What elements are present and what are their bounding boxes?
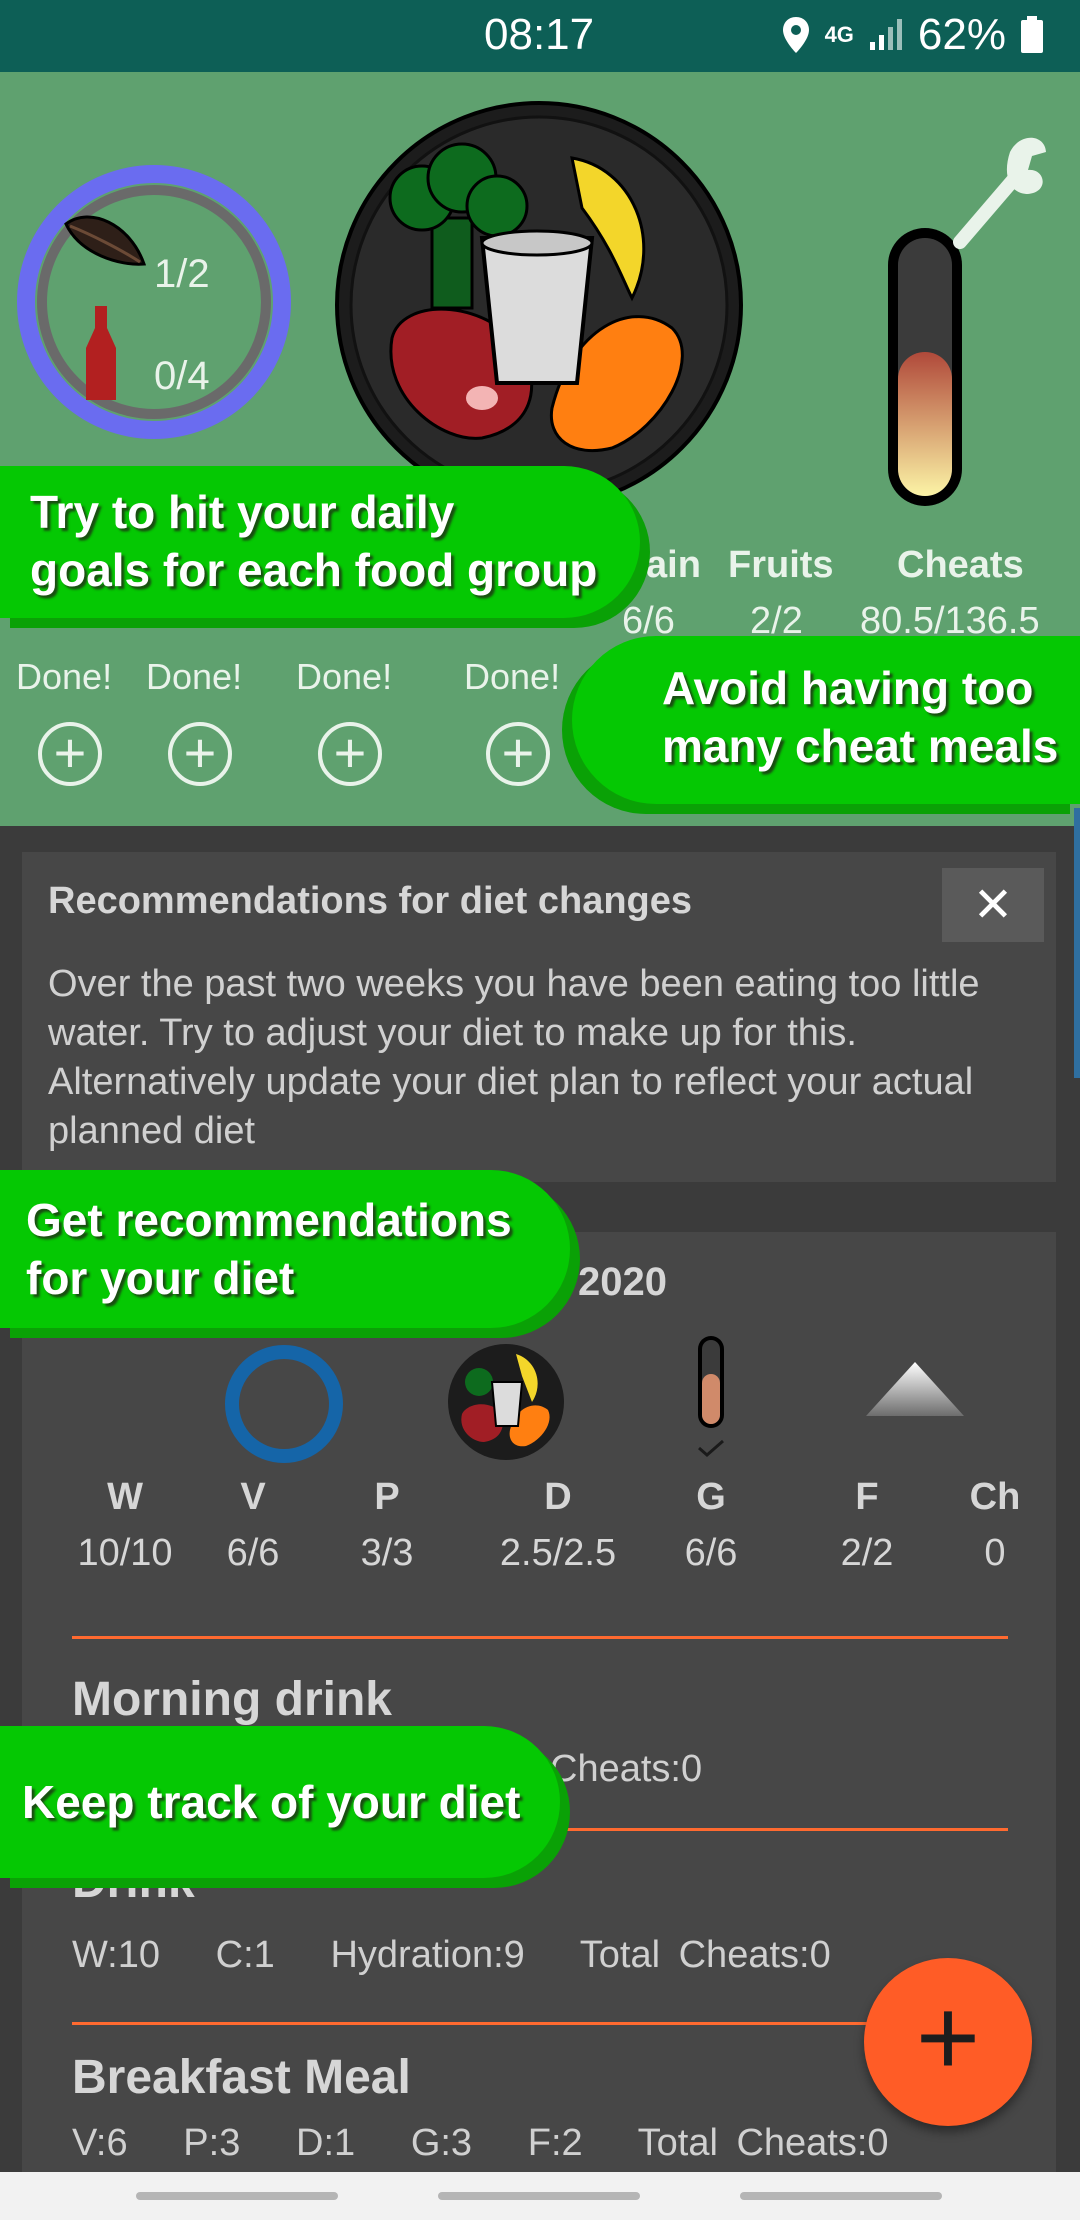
summary-value-f: 2/2 [840,1532,894,1574]
add-dairy-button[interactable]: + [486,722,550,786]
cheat-meter-icon[interactable] [880,222,970,512]
mini-plate-icon [448,1344,564,1460]
callout-recommend: Get recommendations for your diet [0,1170,570,1328]
add-protein-button[interactable]: + [318,722,382,786]
status-bar: 08:17 4G 62% [0,0,1080,72]
summary-letter-v: V [240,1476,266,1518]
summary-letter-g: G [696,1476,726,1518]
nav-pill-left[interactable] [136,2192,338,2200]
meal-title: Morning drink [72,1673,392,1726]
callout-goals: Try to hit your daily goals for each foo… [0,466,640,618]
plus-icon: + [501,721,535,784]
meal-details: V:6 P:3 D:1 G:3 F:2 Total Cheats:0 [72,2122,889,2164]
callout-recommend-line1: Get recommendations [26,1194,512,1246]
summary-letter-w: W [107,1476,143,1518]
done-label: Done! [464,656,561,697]
summary-value-w: 10/10 [77,1532,173,1574]
col-head-cheats: Cheats [897,544,1024,586]
mini-cheat-meter-icon [698,1336,724,1428]
network-type: 4G [824,22,854,47]
ring-bottom-value: 0/4 [154,354,210,398]
meal-details: Cheats:0 [550,1748,703,1790]
milk-glass-icon [479,236,595,385]
summary-value-v: 6/6 [226,1532,280,1574]
add-water-button[interactable]: + [38,722,102,786]
summary-value-ch: 0 [984,1532,1006,1574]
battery-percent: 62% [917,10,1006,59]
callout-cheats-line2: many cheat meals [662,720,1059,772]
water-ring-icon [225,1345,343,1463]
callout-track-text: Keep track of your diet [22,1776,521,1828]
summary-letter-ch: Ch [969,1476,1021,1518]
summary-letter-p: P [374,1476,400,1518]
day-card-date: 2020 [578,1260,667,1304]
scroll-indicator [1074,808,1080,1078]
collapse-triangle-icon[interactable] [860,1356,970,1426]
add-vegetables-button[interactable]: + [168,722,232,786]
col-head-fruits: Fruits [728,544,834,586]
recommendation-title: Recommendations for diet changes [48,880,693,922]
signal-icon [869,19,902,50]
plus-icon: + [183,721,217,784]
summary-value-d: 2.5/2.5 [499,1532,617,1574]
meal-details: W:10 C:1 Hydration:9 Total Cheats:0 [72,1934,831,1976]
recommendation-card: Recommendations for diet changes ✕ Over … [22,852,1056,1182]
nav-pill-right[interactable] [740,2192,942,2200]
wrench-icon[interactable] [950,122,1050,262]
callout-track: Keep track of your diet [0,1726,560,1878]
callout-recommend-line2: for your diet [26,1252,295,1304]
add-meal-fab[interactable]: + [864,1958,1032,2126]
battery-icon [1021,16,1043,53]
done-label: Done! [16,656,113,697]
recommendation-body: Over the past two weeks you have been ea… [48,963,980,1152]
checkmark-icon [698,1439,724,1457]
summary-value-p: 3/3 [360,1532,414,1574]
callout-goals-line1: Try to hit your daily [30,486,455,538]
summary-value-g: 6/6 [684,1532,738,1574]
bean-icon [64,215,147,266]
close-recommendation-button[interactable]: ✕ [942,868,1044,942]
nav-pill-center[interactable] [438,2192,640,2200]
done-label: Done! [296,656,393,697]
plus-icon: + [53,721,87,784]
done-label: Done! [146,656,243,697]
plus-icon: + [915,1976,981,2099]
plus-icon: + [333,721,367,784]
cheat-ring[interactable] [14,162,294,442]
close-icon: ✕ [972,879,1014,932]
ring-top-value: 1/2 [154,252,210,296]
location-icon [782,17,809,53]
status-time: 08:17 [484,10,595,59]
bottle-icon [86,306,116,400]
summary-letter-d: D [544,1476,572,1518]
callout-goals-line2: goals for each food group [30,544,598,596]
meal-title: Breakfast Meal [72,2051,411,2104]
divider [72,1636,1008,1639]
callout-cheats-line1: Avoid having too [662,662,1034,714]
callout-cheats: Avoid having too many cheat meals [572,636,1080,804]
food-plate-icon[interactable] [332,98,746,512]
status-icons: 4G 62% [781,10,1044,60]
gesture-nav-bar [0,2172,1080,2220]
summary-letter-f: F [855,1476,879,1518]
col-head-grain: ain [646,544,701,586]
